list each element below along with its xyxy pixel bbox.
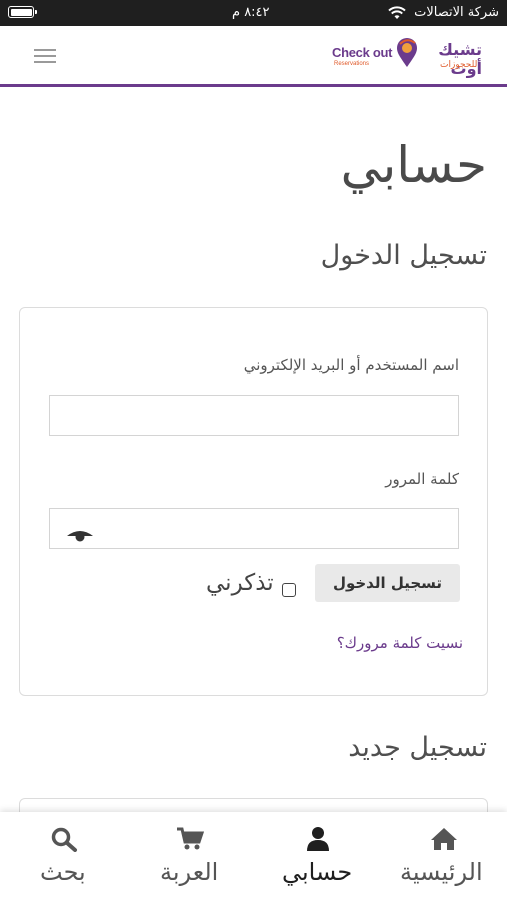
forgot-password-link[interactable]: نسيت كلمة مرورك؟ <box>337 634 463 652</box>
username-input[interactable] <box>49 395 459 436</box>
status-bar: ٨:٤٢ م شركة الاتصالات <box>0 0 507 26</box>
remember-me-label: تذكرني <box>206 570 274 596</box>
cart-icon <box>177 827 204 850</box>
password-label: كلمة المرور <box>385 470 459 488</box>
brand-logo[interactable]: Check out Reservations تشيك أوت للحجوزات <box>332 36 482 78</box>
logo-text-ar: تشيك أوت <box>438 40 482 78</box>
bottom-nav: الرئيسية حسابي العربة بحث <box>0 812 507 900</box>
page-title: حسابي <box>340 136 487 194</box>
nav-item-cart[interactable]: العربة <box>158 812 224 900</box>
nav-label-search: بحث <box>40 858 86 886</box>
wifi-icon <box>388 6 406 19</box>
logo-subtext-ar: للحجوزات <box>440 60 478 70</box>
map-pin-icon <box>397 38 417 67</box>
nav-label-account: حسابي <box>282 858 353 886</box>
search-icon <box>51 827 77 852</box>
status-time: ٨:٤٢ م <box>232 5 270 20</box>
nav-label-cart: العربة <box>160 858 219 886</box>
menu-icon[interactable] <box>34 49 56 63</box>
logo-subtext-en: Reservations <box>334 61 370 67</box>
battery-icon <box>8 6 37 18</box>
logo-text-en: Check out <box>332 45 393 60</box>
nav-item-home[interactable]: الرئيسية <box>400 812 488 900</box>
carrier-name: شركة الاتصالات <box>414 5 499 20</box>
login-form: اسم المستخدم أو البريد الإلكتروني كلمة ا… <box>19 307 488 696</box>
nav-label-home: الرئيسية <box>400 858 483 886</box>
nav-item-account[interactable]: حسابي <box>280 812 356 900</box>
user-icon <box>307 827 329 851</box>
password-input[interactable] <box>49 508 459 549</box>
remember-me-checkbox[interactable] <box>282 583 296 597</box>
register-section-title: تسجيل جديد <box>348 732 487 763</box>
login-section-title: تسجيل الدخول <box>320 240 487 271</box>
home-icon <box>431 828 457 850</box>
login-button[interactable]: تسجيل الدخول <box>315 564 460 602</box>
nav-item-search[interactable]: بحث <box>38 812 92 900</box>
username-label: اسم المستخدم أو البريد الإلكتروني <box>243 356 459 374</box>
app-header: Check out Reservations تشيك أوت للحجوزات <box>0 26 507 87</box>
show-password-eye-icon[interactable] <box>66 528 94 544</box>
